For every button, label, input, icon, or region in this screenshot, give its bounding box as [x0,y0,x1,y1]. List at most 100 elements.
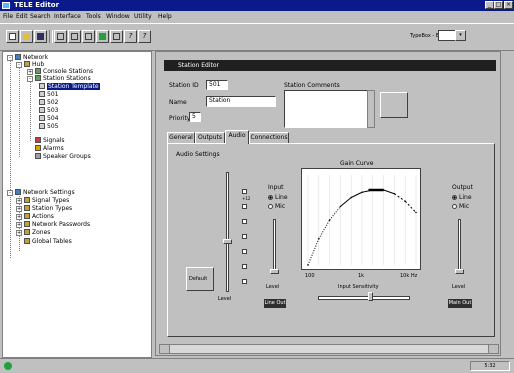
tree-item[interactable]: Network Settings [15,189,75,196]
sensitivity-track[interactable] [318,296,410,300]
station-id-field[interactable]: 501 [206,80,228,90]
tree-item[interactable]: Station Types [24,205,72,212]
menu-edit[interactable]: Edit [16,13,28,20]
tree-item[interactable]: 505 [39,123,58,130]
tree-item[interactable]: Speaker Groups [35,153,91,160]
expand-toggle[interactable]: + [27,69,33,75]
input-mic-radio[interactable]: Mic [268,203,285,210]
scroll-right-arrow[interactable] [488,345,498,353]
menu-window[interactable]: Window [106,13,130,20]
sensitivity-thumb[interactable] [368,292,373,301]
tree-item-label: Signals [43,137,65,144]
tree-item[interactable]: Zones [24,229,50,236]
station-icon [35,75,41,81]
expand-toggle[interactable]: - [7,190,13,196]
tree-item[interactable]: Signals [35,137,65,144]
master-slider-thumb[interactable] [223,239,232,244]
eq-checkbox[interactable] [242,219,247,224]
expand-toggle[interactable]: - [27,76,33,82]
type-dropdown-button[interactable]: ▾ [455,30,466,41]
output-mic-radio[interactable]: Mic [452,203,469,210]
master-slider-track[interactable] [226,172,229,292]
comments-field[interactable] [284,90,368,128]
eq-checkbox[interactable] [242,249,247,254]
tree-item[interactable]: 504 [39,115,58,122]
tree-item[interactable]: 503 [39,107,58,114]
audio-tab-panel: Audio Settings Default Level +12 Input L… [167,143,495,337]
close-button[interactable]: × [504,1,513,9]
menu-utility[interactable]: Utility [134,13,152,20]
curve-segment [318,219,331,239]
eq-checkbox[interactable] [242,189,247,194]
scroll-left-arrow[interactable] [160,345,170,353]
output-level-track[interactable] [458,219,461,274]
name-field[interactable]: Station [206,96,276,107]
curve-point [404,200,406,203]
default-button[interactable]: Default [186,267,214,291]
expand-toggle[interactable]: - [16,62,22,68]
x-tick-label: 1k [358,273,365,279]
type-select[interactable] [438,30,456,41]
tree-item-label: Console Stations [43,68,94,75]
input-level-thumb[interactable] [270,269,279,274]
settings-button[interactable] [110,30,123,43]
tree-item[interactable]: 502 [39,99,58,106]
minimize-button[interactable]: _ [485,1,494,9]
menu-help[interactable]: Help [158,13,172,20]
cut-button[interactable] [54,30,67,43]
browse-button[interactable] [380,92,408,118]
tree-item-label: 502 [47,99,59,106]
input-level-track[interactable] [273,219,276,274]
help-button[interactable]: ? [124,30,137,43]
eq-checkbox[interactable] [242,204,247,209]
maximize-button[interactable]: □ [494,1,503,9]
eq-checkbox[interactable] [242,234,247,239]
copy-button[interactable] [68,30,81,43]
expand-toggle[interactable]: + [16,206,22,212]
menu-search[interactable]: Search [30,13,51,20]
menu-tools[interactable]: Tools [86,13,101,20]
new-button[interactable] [6,30,19,43]
menu-interface[interactable]: Interface [54,13,81,20]
expand-toggle[interactable]: + [16,222,22,228]
comments-scrollbar[interactable] [367,90,375,128]
tree-item[interactable]: Signal Types [24,197,69,204]
curve-segment [350,191,363,198]
tree-item-label: Actions [32,213,54,220]
tree-item[interactable]: Network [15,54,48,61]
menu-file[interactable]: File [3,13,13,20]
eq-checkbox[interactable] [242,264,247,269]
cut-icon [57,33,64,40]
expand-toggle[interactable]: + [16,230,22,236]
input-line-radio[interactable]: Line [268,194,288,201]
tab-connections[interactable]: Connections [249,132,289,143]
tree-item[interactable]: Alarms [35,145,64,152]
network-tree[interactable]: - Network - Hub + Console Stations - Sta… [2,51,152,358]
paste-button[interactable] [82,30,95,43]
tree-item-selected[interactable]: Station Template [39,83,100,90]
tab-audio[interactable]: Audio [225,130,249,144]
tree-item[interactable]: Global Tables [24,238,72,245]
info-button[interactable]: ? [138,30,151,43]
tree-item[interactable]: Actions [24,213,54,220]
horizontal-scrollbar[interactable] [159,344,499,354]
expand-toggle[interactable]: + [16,198,22,204]
eq-checkbox[interactable] [242,279,247,284]
tree-item[interactable]: Network Passwords [24,221,90,228]
output-level-thumb[interactable] [455,269,464,274]
tab-outputs[interactable]: Outputs [195,132,225,143]
save-button[interactable] [34,30,47,43]
properties-button[interactable] [96,30,109,43]
tree-item[interactable]: Station Stations [35,75,91,82]
expand-toggle[interactable]: - [7,55,13,61]
output-line-radio[interactable]: Line [452,194,472,201]
tree-item[interactable]: Console Stations [35,68,93,75]
tab-general[interactable]: General [167,132,195,143]
input-level-label: Level [266,284,280,290]
tree-item[interactable]: 501 [39,91,58,98]
priority-field[interactable]: 5 [189,112,201,122]
expand-toggle[interactable]: + [16,214,22,220]
tree-item[interactable]: Hub [24,61,44,68]
open-button[interactable] [20,30,33,43]
tree-item-label: Network [23,54,49,61]
